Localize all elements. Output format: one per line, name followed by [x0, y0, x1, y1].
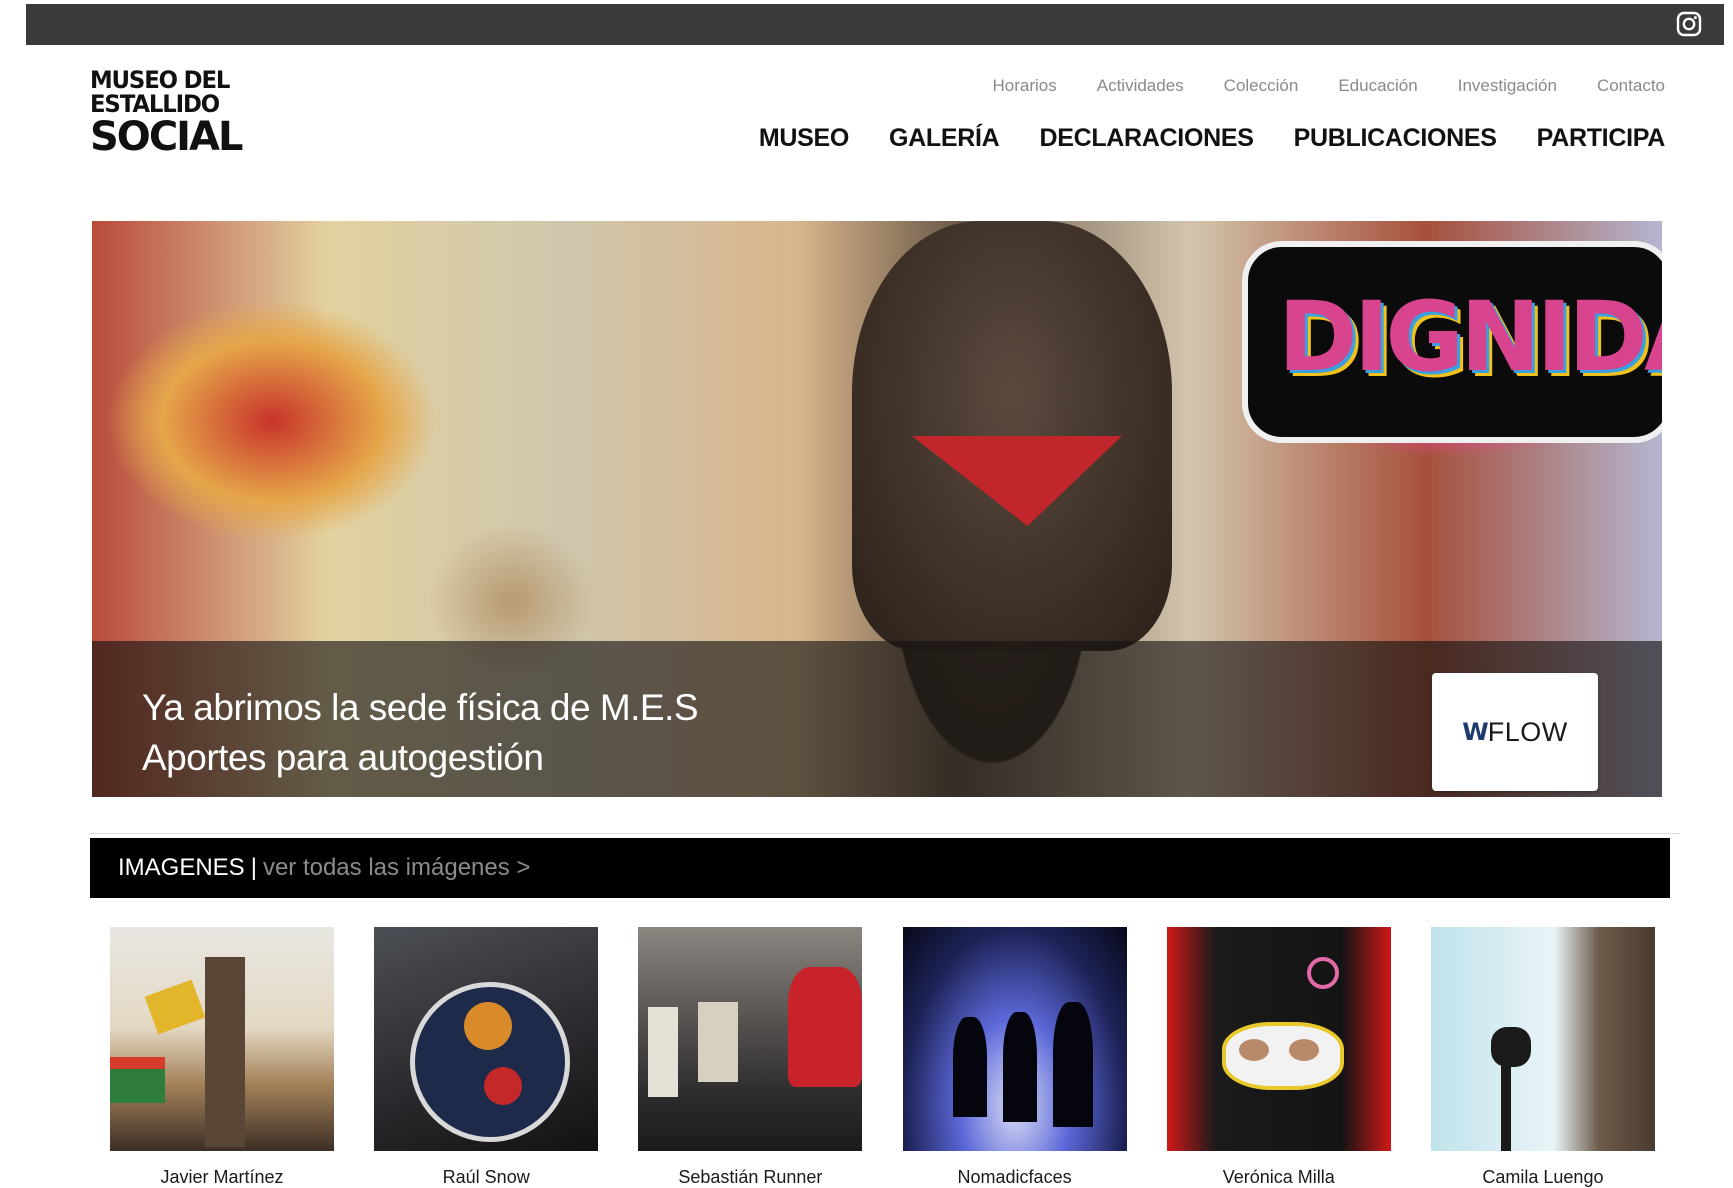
gallery-thumbnail[interactable]: [110, 927, 334, 1151]
gallery-card[interactable]: Verónica Milla: [1166, 927, 1391, 1188]
nav-item-publicaciones[interactable]: PUBLICACIONES: [1294, 124, 1497, 153]
nav-link-actividades[interactable]: Actividades: [1097, 76, 1184, 96]
gallery-caption: Raúl Snow: [442, 1167, 530, 1187]
logo-line-3: SOCIAL: [90, 114, 244, 160]
top-bar: [26, 4, 1724, 45]
nav-link-coleccion[interactable]: Colección: [1224, 76, 1299, 96]
gallery-caption: Nomadicfaces: [957, 1167, 1072, 1187]
flow-logo-text: FLOW: [1487, 716, 1568, 747]
gallery-thumbnail[interactable]: [902, 927, 1127, 1151]
images-section-title: IMAGENES: [118, 854, 245, 881]
instagram-icon[interactable]: [1676, 11, 1702, 37]
logo-line-1: MUSEO DEL: [90, 66, 230, 94]
gallery-caption: Verónica Milla: [1222, 1167, 1335, 1187]
flow-donate-button[interactable]: W FLOW: [1432, 673, 1598, 791]
gallery-card[interactable]: Raúl Snow: [374, 927, 599, 1188]
nav-link-contacto[interactable]: Contacto: [1597, 76, 1665, 96]
flow-logo-mark: W: [1462, 718, 1489, 746]
gallery-thumbnail[interactable]: [1166, 927, 1391, 1151]
gallery-caption: Sebastián Runner: [678, 1167, 823, 1187]
hero-subheadline: Aportes para autogestión: [142, 737, 544, 778]
gallery-thumbnail[interactable]: [374, 927, 599, 1151]
hero-mural-text: DIGNIDAD: [1278, 281, 1662, 393]
gallery-card[interactable]: Camila Luengo: [1430, 927, 1655, 1188]
image-gallery: Javier Martínez Raúl Snow Sebastián Runn…: [110, 927, 1655, 1188]
gallery-card[interactable]: Nomadicfaces: [902, 927, 1127, 1188]
site-logo[interactable]: MUSEO DEL ESTALLIDO SOCIAL: [90, 66, 244, 160]
nav-item-galeria[interactable]: GALERÍA: [889, 124, 1000, 153]
nav-item-participa[interactable]: PARTICIPA: [1537, 124, 1666, 153]
view-all-images-link[interactable]: ver todas las imágenes >: [263, 854, 530, 882]
images-section-header: IMAGENES | ver todas las imágenes >: [90, 838, 1670, 898]
gallery-card[interactable]: Sebastián Runner: [638, 927, 863, 1188]
logo-line-2: ESTALLIDO: [90, 90, 220, 118]
gallery-caption: Camila Luengo: [1482, 1167, 1604, 1187]
gallery-card[interactable]: Javier Martínez: [110, 927, 334, 1188]
nav-link-horarios[interactable]: Horarios: [992, 76, 1056, 96]
gallery-caption: Javier Martínez: [160, 1167, 284, 1187]
hero-mural-sign: DIGNIDAD: [1242, 241, 1662, 443]
images-section-separator: |: [250, 854, 257, 881]
main-nav: MUSEO GALERÍA DECLARACIONES PUBLICACIONE…: [759, 124, 1665, 153]
gallery-thumbnail[interactable]: [638, 927, 863, 1151]
section-divider: [90, 833, 1680, 834]
nav-link-educacion[interactable]: Educación: [1338, 76, 1417, 96]
nav-link-investigacion[interactable]: Investigación: [1458, 76, 1557, 96]
secondary-nav: Horarios Actividades Colección Educación…: [992, 76, 1665, 96]
hero-banner[interactable]: DIGNIDAD Ya abrimos la sede física de M.…: [92, 221, 1662, 797]
nav-item-declaraciones[interactable]: DECLARACIONES: [1039, 124, 1253, 153]
gallery-thumbnail[interactable]: [1430, 927, 1655, 1151]
hero-headline: Ya abrimos la sede física de M.E.S: [142, 687, 699, 728]
nav-item-museo[interactable]: MUSEO: [759, 124, 849, 153]
